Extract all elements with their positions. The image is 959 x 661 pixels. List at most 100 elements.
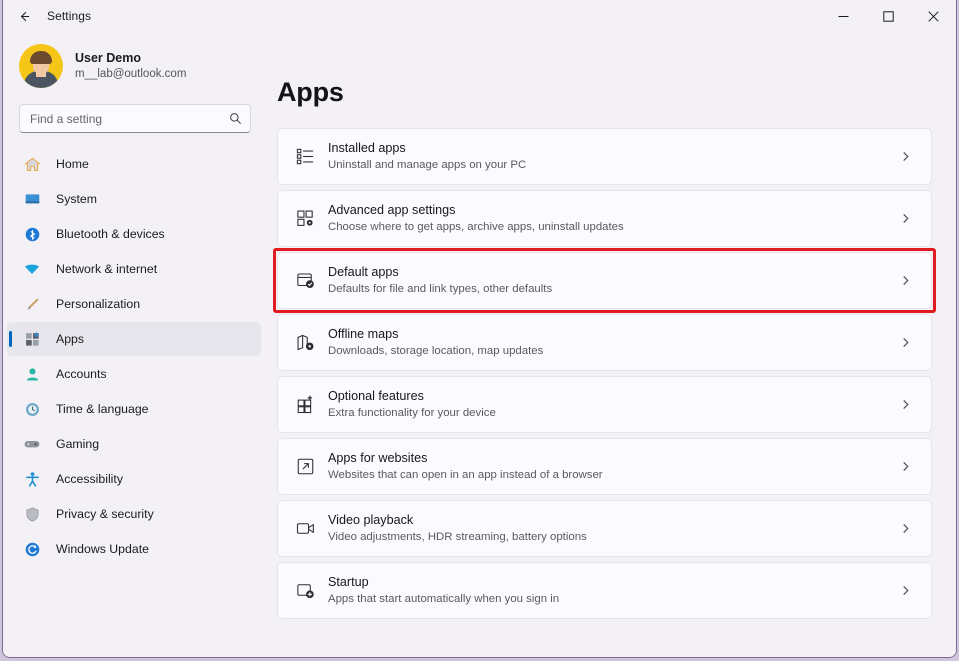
accessibility-icon xyxy=(21,469,43,489)
sidebar-item-time-language[interactable]: Time & language xyxy=(7,392,261,426)
page-title: Apps xyxy=(277,77,932,108)
sidebar-item-network-internet[interactable]: Network & internet xyxy=(7,252,261,286)
chevron-right-icon xyxy=(899,274,915,287)
privacy-security-icon xyxy=(21,504,43,524)
accounts-icon xyxy=(21,364,43,384)
sidebar-item-privacy-security[interactable]: Privacy & security xyxy=(7,497,261,531)
navigation-list: Home System xyxy=(3,147,267,567)
sidebar-item-gaming[interactable]: Gaming xyxy=(7,427,261,461)
card-subtitle: Choose where to get apps, archive apps, … xyxy=(328,220,899,236)
chevron-right-icon xyxy=(899,150,915,163)
time-language-icon xyxy=(21,399,43,419)
sidebar-item-apps[interactable]: Apps xyxy=(7,322,261,356)
card-title: Video playback xyxy=(328,512,899,529)
card-subtitle: Downloads, storage location, map updates xyxy=(328,344,899,360)
card-offline-maps[interactable]: Offline maps Downloads, storage location… xyxy=(277,314,932,371)
sidebar-item-personalization[interactable]: Personalization xyxy=(7,287,261,321)
chevron-right-icon xyxy=(899,584,915,597)
sidebar-item-label: Accessibility xyxy=(56,472,123,486)
sidebar-item-label: Time & language xyxy=(56,402,149,416)
installed-apps-icon xyxy=(290,145,320,169)
card-installed-apps[interactable]: Installed apps Uninstall and manage apps… xyxy=(277,128,932,185)
minimize-icon xyxy=(838,11,849,22)
apps-icon xyxy=(21,329,43,349)
personalization-icon xyxy=(21,294,43,314)
sidebar-item-label: Privacy & security xyxy=(56,507,154,521)
close-icon xyxy=(928,11,939,22)
card-title: Default apps xyxy=(328,264,899,281)
card-apps-for-websites[interactable]: Apps for websites Websites that can open… xyxy=(277,438,932,495)
selection-indicator xyxy=(9,331,12,347)
window-controls xyxy=(821,0,956,32)
sidebar-item-label: Gaming xyxy=(56,437,99,451)
card-subtitle: Video adjustments, HDR streaming, batter… xyxy=(328,530,899,546)
card-title: Optional features xyxy=(328,388,899,405)
sidebar-item-accessibility[interactable]: Accessibility xyxy=(7,462,261,496)
user-name: User Demo xyxy=(75,50,186,66)
title-bar: Settings xyxy=(3,0,956,32)
card-default-apps[interactable]: Default apps Defaults for file and link … xyxy=(277,252,932,309)
card-subtitle: Defaults for file and link types, other … xyxy=(328,282,899,298)
chevron-right-icon xyxy=(899,522,915,535)
card-startup[interactable]: Startup Apps that start automatically wh… xyxy=(277,562,932,619)
windows-update-icon xyxy=(21,539,43,559)
video-playback-icon xyxy=(290,517,320,541)
sidebar-item-label: Apps xyxy=(56,332,84,346)
card-subtitle: Apps that start automatically when you s… xyxy=(328,592,899,608)
card-subtitle: Uninstall and manage apps on your PC xyxy=(328,158,899,174)
maximize-icon xyxy=(883,11,894,22)
chevron-right-icon xyxy=(899,460,915,473)
close-button[interactable] xyxy=(911,0,956,32)
chevron-right-icon xyxy=(899,212,915,225)
search-box[interactable] xyxy=(19,104,251,133)
optional-features-icon xyxy=(290,393,320,417)
card-title: Advanced app settings xyxy=(328,202,899,219)
maximize-button[interactable] xyxy=(866,0,911,32)
sidebar-item-label: Personalization xyxy=(56,297,140,311)
sidebar-item-label: Bluetooth & devices xyxy=(56,227,165,241)
user-email: m__lab@outlook.com xyxy=(75,67,186,82)
chevron-right-icon xyxy=(899,336,915,349)
sidebar-item-label: Accounts xyxy=(56,367,107,381)
search-icon xyxy=(229,112,242,125)
sidebar-item-label: System xyxy=(56,192,97,206)
settings-window: Settings xyxy=(2,0,957,658)
card-subtitle: Websites that can open in an app instead… xyxy=(328,468,899,484)
back-button[interactable] xyxy=(7,1,41,31)
sidebar-item-label: Network & internet xyxy=(56,262,157,276)
bluetooth-icon xyxy=(21,224,43,244)
user-profile[interactable]: User Demo m__lab@outlook.com xyxy=(3,32,267,98)
chevron-right-icon xyxy=(899,398,915,411)
back-arrow-icon xyxy=(17,9,32,24)
window-title: Settings xyxy=(47,9,91,23)
user-avatar xyxy=(19,44,63,88)
sidebar: User Demo m__lab@outlook.com xyxy=(3,32,267,657)
apps-for-websites-icon xyxy=(290,455,320,479)
offline-maps-icon xyxy=(290,331,320,355)
system-icon xyxy=(21,189,43,209)
card-title: Offline maps xyxy=(328,326,899,343)
sidebar-item-system[interactable]: System xyxy=(7,182,261,216)
home-icon xyxy=(21,154,43,174)
advanced-app-settings-icon xyxy=(290,207,320,231)
card-title: Apps for websites xyxy=(328,450,899,467)
card-title: Startup xyxy=(328,574,899,591)
main-content: Apps Installed apps Uninstall and mana xyxy=(267,32,956,657)
card-subtitle: Extra functionality for your device xyxy=(328,406,899,422)
card-title: Installed apps xyxy=(328,140,899,157)
card-advanced-app-settings[interactable]: Advanced app settings Choose where to ge… xyxy=(277,190,932,247)
gaming-icon xyxy=(21,434,43,454)
sidebar-item-label: Windows Update xyxy=(56,542,149,556)
sidebar-item-home[interactable]: Home xyxy=(7,147,261,181)
minimize-button[interactable] xyxy=(821,0,866,32)
sidebar-item-label: Home xyxy=(56,157,89,171)
default-apps-icon xyxy=(290,269,320,293)
sidebar-item-bluetooth-devices[interactable]: Bluetooth & devices xyxy=(7,217,261,251)
startup-icon xyxy=(290,579,320,603)
card-video-playback[interactable]: Video playback Video adjustments, HDR st… xyxy=(277,500,932,557)
network-icon xyxy=(21,259,43,279)
search-input[interactable] xyxy=(30,112,229,126)
card-optional-features[interactable]: Optional features Extra functionality fo… xyxy=(277,376,932,433)
sidebar-item-windows-update[interactable]: Windows Update xyxy=(7,532,261,566)
sidebar-item-accounts[interactable]: Accounts xyxy=(7,357,261,391)
